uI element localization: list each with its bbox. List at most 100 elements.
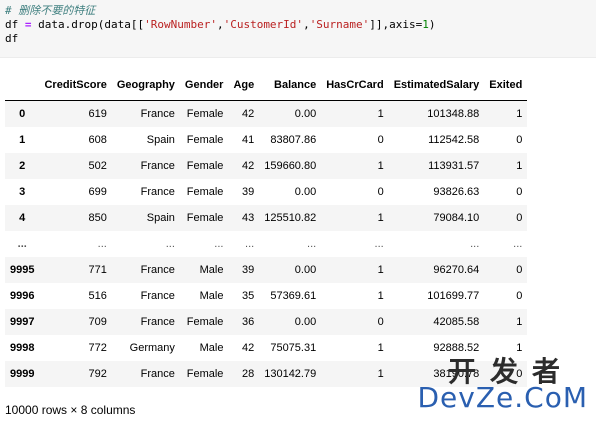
table-cell: 113931.57 [428, 160, 480, 172]
row-index: 9996 [10, 290, 35, 302]
table-cell: 39 [241, 186, 255, 198]
table-cell: 130142.79 [264, 368, 317, 380]
dataframe-table: CreditScore Geography Gender Age Balance HasC… [5, 70, 528, 387]
row-index: 2 [19, 160, 26, 172]
table-cell: 1 [377, 160, 384, 172]
table-cell: 0 [516, 186, 523, 198]
table-cell: 0 [377, 134, 384, 146]
table-cell: 1 [377, 264, 384, 276]
table-cell: ... [374, 238, 384, 250]
table-row: 4 850 Spain Female 43 125510.82 1 79084.10 0 [5, 205, 528, 231]
table-cell: Male [199, 264, 224, 276]
table-cell: 1 [377, 290, 384, 302]
table-cell: 112542.58 [428, 134, 480, 146]
table-cell: 92888.52 [433, 342, 480, 354]
table-cell: 41 [241, 134, 255, 146]
table-cell: France [140, 368, 175, 380]
table-cell: 36 [241, 316, 255, 328]
table-cell: 39 [241, 264, 255, 276]
watermark-en: DevZe.CoM [417, 381, 588, 414]
code-token-axis: 1 [422, 18, 429, 31]
column-header: Exited [484, 70, 528, 101]
table-cell: 772 [88, 342, 107, 354]
column-header: Gender [179, 70, 229, 101]
table-row: 9999 792 France Female 28 130142.79 1 38190.78 0 [5, 361, 528, 387]
table-cell: Spain [146, 212, 175, 224]
table-cell: ... [470, 238, 480, 250]
table-cell: Male [199, 290, 224, 302]
table-cell: ... [214, 238, 224, 250]
table-cell: France [140, 186, 175, 198]
table-cell: 0.00 [294, 316, 317, 328]
table-cell: 709 [88, 316, 107, 328]
table-cell: 850 [88, 212, 107, 224]
table-cell: 1 [516, 160, 523, 172]
code-token-call-end: ) [428, 18, 436, 31]
index-header [5, 70, 40, 101]
table-row: ........................... [5, 231, 527, 257]
table-cell: 1 [516, 316, 523, 328]
table-cell: 0 [516, 290, 523, 302]
code-token-col2: 'CustomerId' [223, 18, 304, 31]
table-cell: France [140, 108, 175, 120]
table-cell: 619 [88, 108, 107, 120]
table-cell: 0 [516, 212, 523, 224]
table-cell: 0 [516, 368, 523, 380]
table-cell: 83807.86 [270, 134, 317, 146]
table-cell: 28 [241, 368, 255, 380]
table-cell: 0.00 [294, 264, 317, 276]
code-cell[interactable]: # 删除不要的特征 df = data.drop(data[['RowNumbe… [0, 0, 596, 58]
table-row: 9995 771 France Male 39 0.00 1 96270.64 0 [5, 257, 528, 283]
table-cell: Female [186, 368, 224, 380]
table-row: 9996 516 France Male 35 57369.61 1 101699.77 0 [5, 283, 527, 309]
table-cell: 792 [88, 368, 107, 380]
table-cell: Female [186, 160, 224, 172]
notebook-page: # 删除不要的特征 df = data.drop(data[['RowNumbe… [0, 0, 596, 421]
table-row: 1 608 Spain Female 41 83807.86 0 112542.58 0 [5, 127, 527, 153]
table-cell: 42085.58 [433, 316, 480, 328]
table-body: 0 619 France Female 42 0.00 1 101348.88 1 1 608 Spa… [5, 100, 528, 387]
table-cell: 42 [241, 160, 255, 172]
table-cell: 42 [241, 342, 255, 354]
table-row: 2 502 France Female 42 159660.80 1 113931.57 1 [5, 153, 528, 179]
table-cell: 43 [241, 212, 255, 224]
table-cell: 502 [88, 160, 107, 172]
column-header: HasCrCard [321, 70, 389, 101]
table-cell: 0 [377, 186, 384, 198]
column-header: EstimatedSalary [388, 70, 485, 101]
table-cell: 75075.31 [270, 342, 317, 354]
column-header: Age [228, 70, 260, 101]
code-line-df: df [5, 32, 19, 45]
code-token-assign: = [24, 18, 32, 31]
table-cell: 159660.80 [264, 160, 317, 172]
table-cell: Female [186, 108, 224, 120]
row-index: 1 [19, 134, 26, 146]
code-token-var: df [5, 18, 19, 31]
table-cell: 1 [377, 368, 384, 380]
table-cell: France [140, 264, 175, 276]
header-row: CreditScore Geography Gender Age Balance HasC… [5, 70, 528, 101]
table-row: 9997 709 France Female 36 0.00 0 42085.58 1 [5, 309, 528, 335]
table-cell: Female [186, 134, 224, 146]
table-header: CreditScore Geography Gender Age Balance HasC… [5, 70, 528, 101]
table-cell: 1 [516, 108, 523, 120]
table-cell: 0.00 [294, 186, 317, 198]
table-cell: 101348.88 [427, 108, 480, 120]
table-cell: 608 [88, 134, 107, 146]
table-row: 3 699 France Female 39 0.00 0 93826.63 0 [5, 179, 527, 205]
table-cell: 0 [516, 134, 523, 146]
code-line-drop: df = data.drop(data[['RowNumber','Custom… [5, 18, 596, 32]
table-cell: 42 [241, 108, 255, 120]
row-index: 0 [19, 108, 26, 120]
table-cell: France [140, 290, 175, 302]
code-token-sep2: , [303, 18, 310, 31]
code-token-col1: 'RowNumber' [144, 18, 217, 31]
table-cell: Spain [146, 134, 175, 146]
table-cell: ... [307, 238, 317, 250]
output-area: CreditScore Geography Gender Age Balance HasC… [0, 70, 596, 387]
table-cell: 57369.61 [270, 290, 317, 302]
table-cell: 699 [88, 186, 107, 198]
table-cell: 125510.82 [264, 212, 317, 224]
row-index: ... [17, 238, 27, 250]
table-cell: ... [513, 238, 523, 250]
